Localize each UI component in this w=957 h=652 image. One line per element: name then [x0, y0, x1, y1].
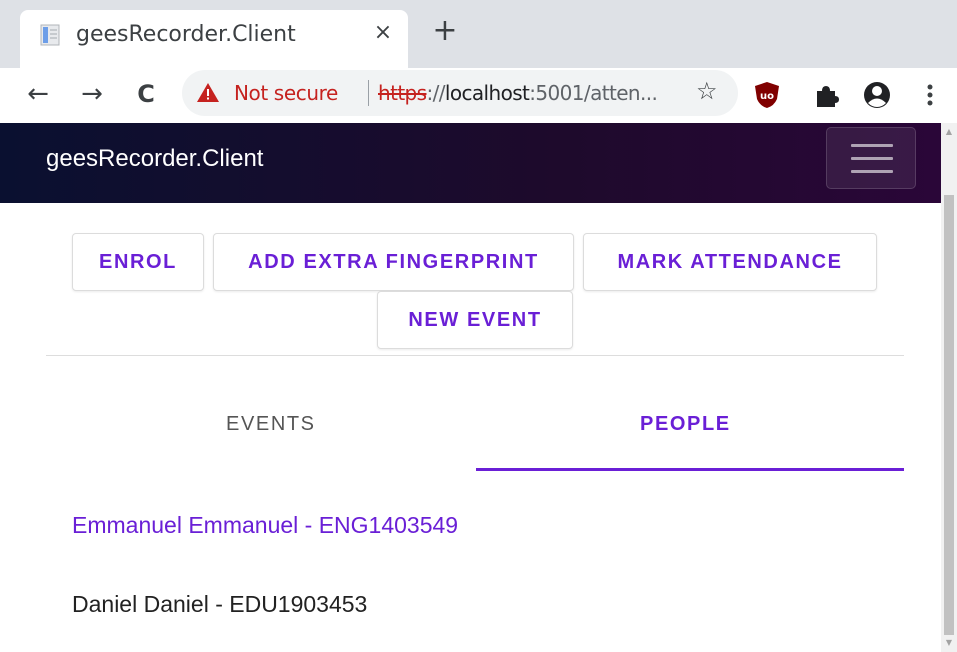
- url-separator: ://: [426, 81, 445, 105]
- hamburger-icon[interactable]: [826, 127, 916, 189]
- url-scheme: https: [378, 81, 427, 105]
- forward-arrow-icon[interactable]: →: [74, 76, 110, 112]
- browser-toolbar: ← → C Not secure https://localhost:5001/…: [0, 68, 957, 123]
- hamburger-line: [851, 157, 893, 160]
- tab-people[interactable]: PEOPLE: [640, 413, 731, 436]
- scroll-up-arrow-icon[interactable]: ▲: [944, 127, 954, 137]
- account-circle-icon[interactable]: [862, 80, 892, 110]
- puzzle-piece-icon[interactable]: [812, 80, 842, 110]
- tab-events[interactable]: EVENTS: [226, 413, 316, 436]
- hamburger-line: [851, 170, 893, 173]
- app-brand[interactable]: geesRecorder.Client: [46, 145, 263, 173]
- close-icon[interactable]: ×: [368, 18, 398, 48]
- address-bar[interactable]: Not secure https://localhost:5001/atten.…: [182, 70, 738, 116]
- app-navbar: geesRecorder.Client: [0, 123, 941, 203]
- url-host: localhost: [444, 81, 530, 105]
- mark-attendance-button[interactable]: MARK ATTENDANCE: [583, 233, 877, 291]
- warning-triangle-icon: [197, 83, 219, 102]
- enrol-button[interactable]: ENROL: [72, 233, 204, 291]
- browser-tab[interactable]: geesRecorder.Client ×: [20, 10, 408, 68]
- omnibox-separator: [368, 80, 369, 106]
- add-extra-fingerprint-button[interactable]: ADD EXTRA FINGERPRINT: [213, 233, 574, 291]
- new-tab-button[interactable]: +: [428, 14, 462, 48]
- scroll-thumb[interactable]: [944, 195, 954, 635]
- scroll-down-arrow-icon[interactable]: ▼: [944, 638, 954, 648]
- reload-icon[interactable]: C: [128, 76, 164, 112]
- active-tab-indicator: [476, 468, 904, 471]
- kebab-menu-icon[interactable]: [918, 80, 942, 110]
- svg-text:uo: uo: [760, 91, 774, 102]
- section-divider: [46, 355, 904, 356]
- security-status[interactable]: Not secure: [234, 81, 338, 105]
- page-icon: [40, 24, 60, 46]
- bookmark-star-icon[interactable]: ☆: [696, 77, 718, 105]
- new-event-button[interactable]: NEW EVENT: [377, 291, 573, 349]
- list-item-person[interactable]: Emmanuel Emmanuel - ENG1403549: [72, 512, 458, 539]
- ublock-shield-icon[interactable]: uo: [752, 80, 782, 110]
- tab-title: geesRecorder.Client: [76, 22, 296, 47]
- url-text[interactable]: https://localhost:5001/atten...: [378, 81, 658, 105]
- hamburger-line: [851, 144, 893, 147]
- list-item-person[interactable]: Daniel Daniel - EDU1903453: [72, 591, 367, 618]
- back-arrow-icon[interactable]: ←: [20, 76, 56, 112]
- browser-tabstrip: geesRecorder.Client × +: [0, 0, 957, 68]
- vertical-scrollbar[interactable]: ▲ ▼: [941, 123, 957, 652]
- page-viewport: geesRecorder.Client ENROL ADD EXTRA FING…: [0, 123, 957, 652]
- url-path: :5001/atten...: [529, 81, 658, 105]
